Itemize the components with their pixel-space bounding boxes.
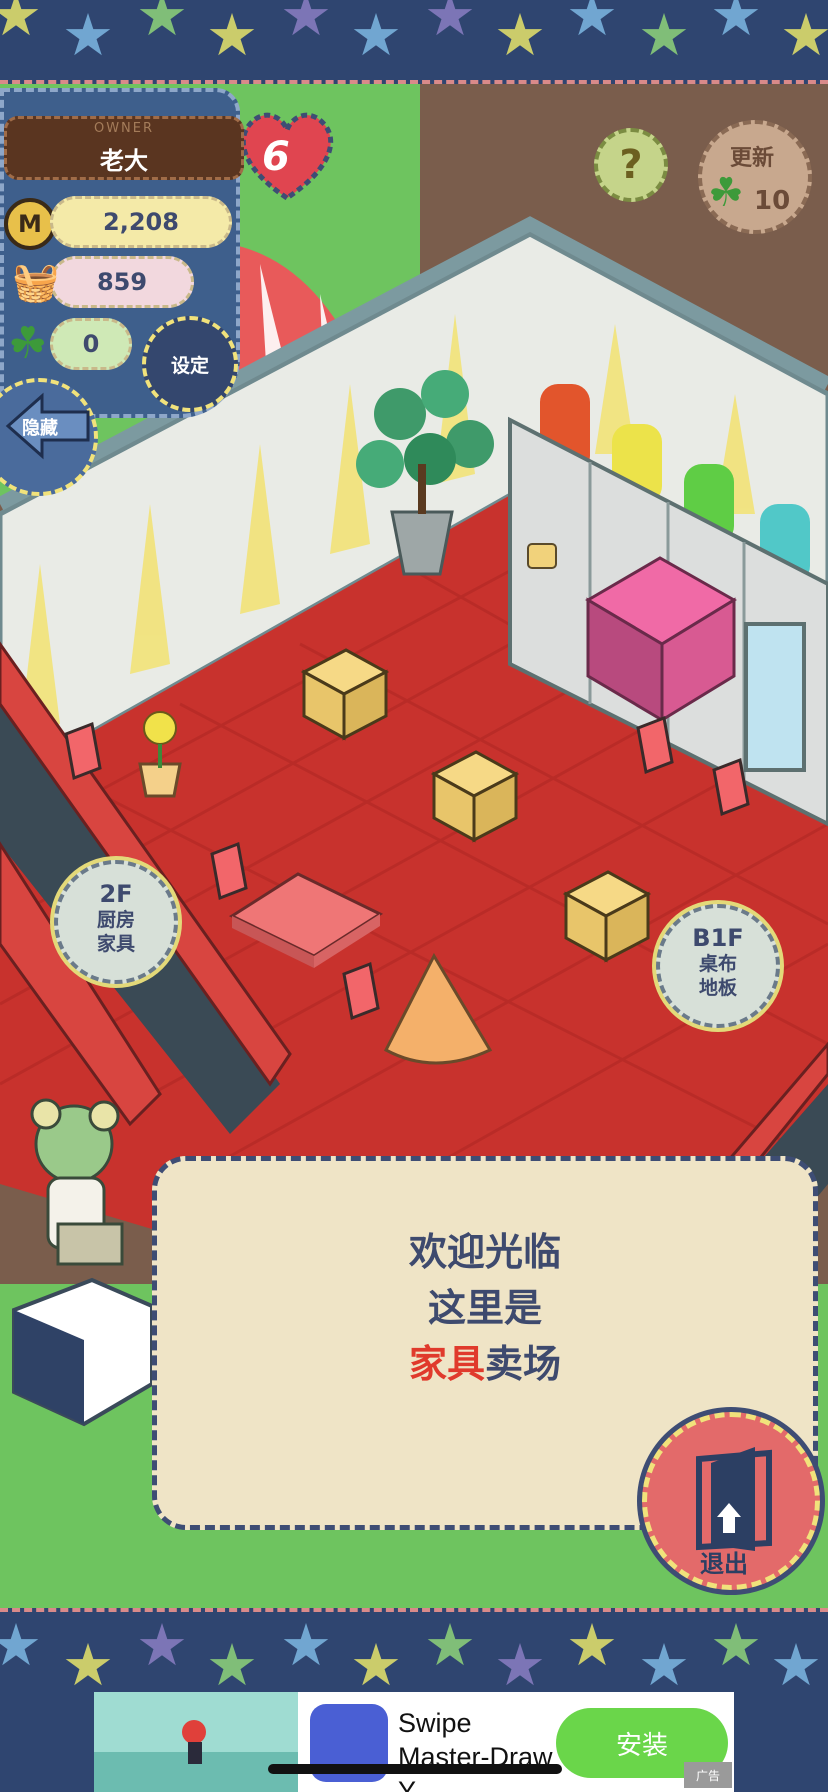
refresh-label: 更新 (730, 146, 775, 171)
star-icon: ★ (494, 1631, 546, 1699)
star-icon: ★ (770, 1631, 822, 1699)
star-icon: ★ (206, 1631, 258, 1699)
settings-button[interactable]: 设定 (142, 316, 238, 412)
dialog-highlight: 家具 (408, 1342, 485, 1386)
dialog-line: 欢迎光临 (408, 1230, 561, 1274)
top-star-border: ★ ★ ★ ★ ★ ★ ★ ★ ★ ★ ★ ★ (0, 0, 828, 84)
question-mark-icon: ? (619, 142, 643, 188)
star-icon: ★ (280, 0, 332, 49)
star-icon: ★ (638, 1, 690, 69)
star-icon: ★ (350, 1, 402, 69)
star-icon: ★ (566, 0, 618, 49)
floor-b1f-button[interactable]: B1F 桌布 地板 (656, 904, 780, 1028)
dialog-text: 卖场 (485, 1342, 562, 1386)
help-button[interactable]: ? (594, 128, 668, 202)
star-icon: ★ (494, 1, 546, 69)
food-count: 859 (50, 256, 194, 308)
warning-sign-icon (210, 841, 248, 901)
sunflower[interactable] (143, 711, 177, 745)
coin-count: 2,208 (50, 196, 232, 248)
clover-icon: ☘ (708, 170, 744, 216)
star-icon: ★ (136, 0, 188, 49)
warning-sign-icon (342, 961, 380, 1021)
floor-category: 桌布 (698, 953, 737, 975)
game-screen: ★ ★ ★ ★ ★ ★ ★ ★ ★ ★ ★ ★ (0, 0, 828, 1792)
home-indicator[interactable] (268, 1764, 562, 1774)
star-icon: ★ (710, 0, 762, 49)
star-icon: ★ (566, 1611, 618, 1679)
coin-icon: M (4, 198, 56, 250)
star-icon: ★ (0, 0, 42, 44)
star-icon: ★ (62, 1631, 114, 1699)
clover-count: 0 (50, 318, 132, 370)
floor-category: 地板 (698, 977, 737, 999)
star-icon: ★ (0, 1616, 42, 1674)
star-icon: ★ (638, 1631, 690, 1699)
dialog-line: 这里是 (427, 1286, 542, 1330)
lock-icon (527, 543, 557, 569)
star-icon: ★ (710, 1611, 762, 1679)
clover-icon: ☘ (8, 318, 48, 369)
refresh-cost: 10 (754, 186, 791, 216)
star-icon: ★ (780, 1, 828, 69)
potted-tree[interactable] (390, 510, 454, 576)
owner-sign: OWNER 老大 (4, 116, 244, 180)
owner-label: OWNER (93, 121, 155, 136)
star-icon: ★ (350, 1631, 402, 1699)
star-icon: ★ (62, 1, 114, 69)
warning-sign-icon (636, 715, 674, 775)
ad-title[interactable]: Swipe Master-Draw Y (398, 1706, 568, 1792)
heart-count: 6 (262, 134, 290, 180)
dialog-line: 家具卖场 (157, 1333, 813, 1388)
floor-category: 厨房 (96, 909, 135, 931)
star-icon: ★ (424, 0, 476, 49)
hide-label: 隐藏 (22, 418, 58, 439)
floor-number: B1F (692, 924, 744, 952)
star-icon: ★ (280, 1611, 332, 1679)
floor-2f-button[interactable]: 2F 厨房 家具 (54, 860, 178, 984)
ad-image[interactable] (94, 1692, 298, 1792)
exit-label: 退出 (700, 1550, 748, 1578)
ad-tag: 广告 (684, 1762, 732, 1788)
settings-label: 设定 (170, 354, 209, 377)
star-icon: ★ (206, 1, 258, 69)
basket-icon: 🧺 (12, 260, 60, 304)
floor-number: 2F (99, 880, 133, 908)
warning-sign-icon (64, 721, 102, 781)
floor-category: 家具 (96, 933, 135, 955)
star-icon: ★ (136, 1611, 188, 1679)
mirror[interactable] (744, 622, 806, 772)
star-icon: ★ (424, 1611, 476, 1679)
warning-sign-icon (712, 757, 750, 817)
owner-name: 老大 (100, 147, 148, 175)
